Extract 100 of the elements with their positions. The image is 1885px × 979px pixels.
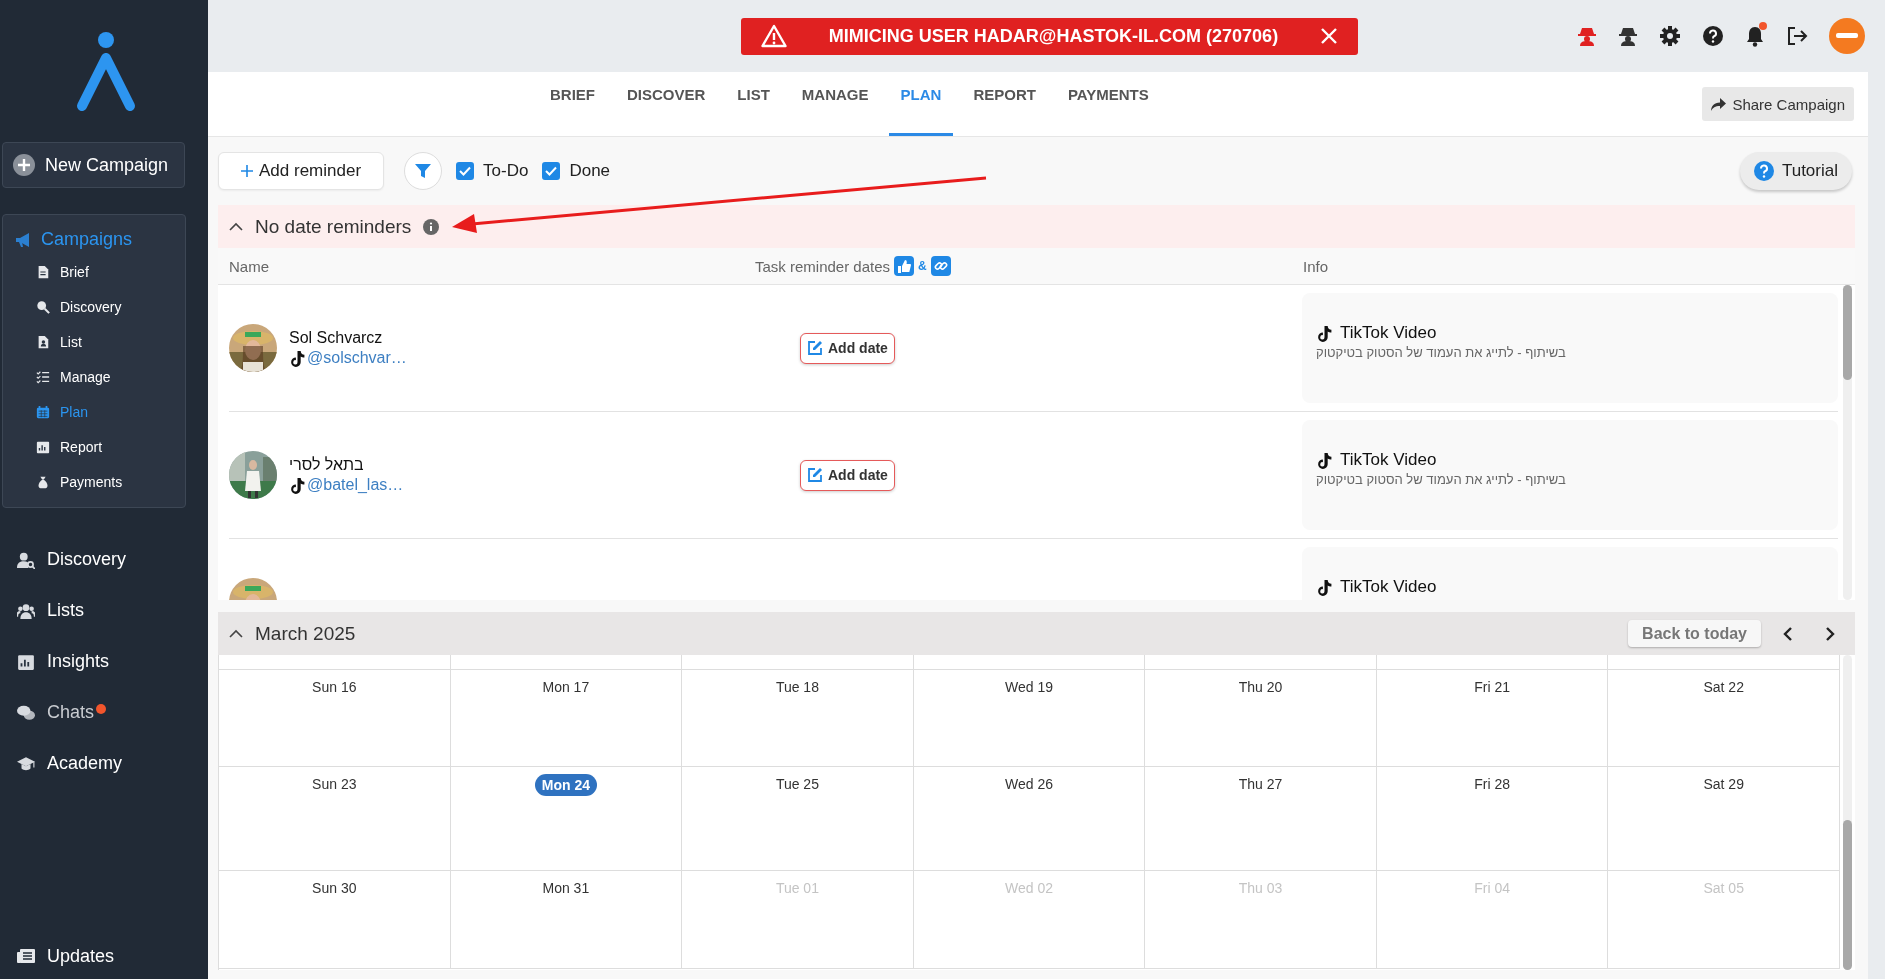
sidebar-item[interactable]: Report <box>3 429 185 464</box>
nav-tab[interactable]: PLAN <box>888 72 954 136</box>
add-date-button[interactable]: Add date <box>800 459 895 491</box>
scrollbar[interactable] <box>1843 285 1852 600</box>
filter-button[interactable] <box>404 152 443 190</box>
music-note-icon <box>289 476 306 494</box>
help-icon[interactable] <box>1702 25 1724 47</box>
plus-icon <box>241 165 253 177</box>
day-label: Sun 30 <box>311 879 358 898</box>
money-bag-icon <box>36 474 50 489</box>
nav-tab[interactable]: PAYMENTS <box>1055 72 1161 136</box>
music-note-icon <box>1316 578 1333 596</box>
checkbox-label: Done <box>569 161 611 181</box>
filter-icon <box>415 163 432 179</box>
chart-icon <box>36 439 50 454</box>
sidebar-item[interactable]: Lists <box>2 585 206 636</box>
nav-tab[interactable]: BRIEF <box>538 72 607 136</box>
new-campaign-button[interactable]: New Campaign <box>2 142 185 188</box>
account-avatar-icon[interactable] <box>1829 18 1865 54</box>
task-title: TikTok Video <box>1340 577 1437 597</box>
settings-icon[interactable] <box>1659 25 1681 47</box>
chevron-left-icon <box>1783 626 1793 641</box>
nav-tab[interactable]: REPORT <box>961 72 1048 136</box>
task-description: בשיתוף - לתייג את העמוד של הסטוק בטיקטוק <box>1316 472 1566 487</box>
section-title: No date reminders <box>255 215 412 238</box>
scrollbar[interactable] <box>1843 655 1852 970</box>
sidebar-item[interactable]: Payments <box>3 464 185 499</box>
section-header[interactable]: March 2025 <box>229 622 356 645</box>
task-title: TikTok Video <box>1340 450 1437 470</box>
task-title: TikTok Video <box>1340 323 1437 343</box>
chevron-right-icon <box>1825 626 1835 641</box>
spy-icon[interactable] <box>1618 26 1638 46</box>
day-label: Thu 03 <box>1237 879 1284 898</box>
share-arrow-icon <box>1711 97 1727 111</box>
chart-icon <box>17 652 35 671</box>
day-label: Wed 02 <box>1004 879 1054 898</box>
calendar-icon <box>36 404 50 419</box>
back-to-today-button[interactable]: Back to today <box>1628 620 1761 647</box>
sidebar-item[interactable]: List <box>3 324 185 359</box>
sidebar-item[interactable]: Academy <box>2 738 206 789</box>
add-date-button[interactable]: Add date <box>800 332 895 364</box>
checklist-icon <box>36 369 50 384</box>
plus-icon <box>13 154 35 176</box>
column-header: Task reminder dates <box>755 257 891 275</box>
day-label: Tue 18 <box>774 678 820 697</box>
newspaper-icon <box>17 948 35 964</box>
sidebar-item[interactable]: Manage <box>3 359 185 394</box>
sidebar-item[interactable]: Brief <box>3 254 185 289</box>
sidebar-item[interactable]: Chats <box>2 687 206 738</box>
ampersand: & <box>918 259 927 273</box>
chat-bubbles-icon <box>17 703 35 722</box>
edit-icon <box>807 467 823 483</box>
bell-icon[interactable] <box>1745 25 1765 47</box>
sidebar-item[interactable]: Insights <box>2 636 206 687</box>
influencer-name: בתאל לסרי <box>289 456 365 474</box>
nav-tab[interactable]: MANAGE <box>789 72 881 136</box>
checkbox[interactable] <box>542 162 561 180</box>
day-label: Fri 28 <box>1473 775 1512 794</box>
sidebar-item[interactable]: Plan <box>3 394 185 429</box>
day-label: Thu 20 <box>1237 678 1284 697</box>
logout-icon[interactable] <box>1786 25 1808 47</box>
day-label: Mon 31 <box>541 879 591 898</box>
share-campaign-button[interactable]: Share Campaign <box>1702 87 1854 121</box>
column-header: Name <box>228 257 270 275</box>
profile-link[interactable]: @solschvar… <box>289 349 407 367</box>
nav-tab[interactable]: DISCOVER <box>615 72 718 136</box>
day-label: Tue 01 <box>774 879 820 898</box>
nav-tab[interactable]: LIST <box>725 72 782 136</box>
profile-link[interactable]: @batel_las… <box>289 476 404 494</box>
music-note-icon <box>289 349 306 367</box>
section-header[interactable]: No date reminders <box>218 205 1855 248</box>
info-icon <box>423 218 440 235</box>
tutorial-button[interactable]: Tutorial <box>1739 152 1852 190</box>
day-label: Sat 05 <box>1702 879 1745 898</box>
day-label: Sun 23 <box>311 775 358 794</box>
document-icon <box>36 264 50 279</box>
day-label: Sun 16 <box>311 678 358 697</box>
influencer-name: Sol Schvarcz <box>289 329 384 347</box>
add-reminder-button[interactable]: Add reminder <box>218 152 385 190</box>
thumbs-up-icon <box>894 256 915 276</box>
campaigns-menu-item[interactable]: Campaigns <box>3 229 185 250</box>
day-label: Mon 17 <box>541 678 591 697</box>
column-header: Info <box>1302 257 1330 275</box>
day-label: Fri 04 <box>1473 879 1512 898</box>
warning-icon <box>761 24 787 48</box>
day-label: Wed 26 <box>1004 775 1054 794</box>
day-label: Sat 22 <box>1702 678 1745 697</box>
day-label: Wed 19 <box>1004 678 1054 697</box>
close-icon[interactable] <box>1320 27 1338 45</box>
banner-text: MIMICING USER HADAR@HASTOK-IL.COM (270706) <box>827 25 1280 47</box>
link-icon <box>930 256 951 276</box>
day-label: Mon 24 <box>534 774 597 796</box>
sidebar-item[interactable]: Discovery <box>3 289 185 324</box>
sidebar-item[interactable]: Discovery <box>2 534 206 585</box>
document-person-icon <box>36 334 50 349</box>
checkbox[interactable] <box>456 162 475 180</box>
help-icon <box>1753 161 1774 181</box>
updates-menu-item[interactable]: Updates <box>2 935 206 977</box>
day-label: Fri 21 <box>1473 678 1512 697</box>
music-note-icon <box>1316 324 1333 342</box>
